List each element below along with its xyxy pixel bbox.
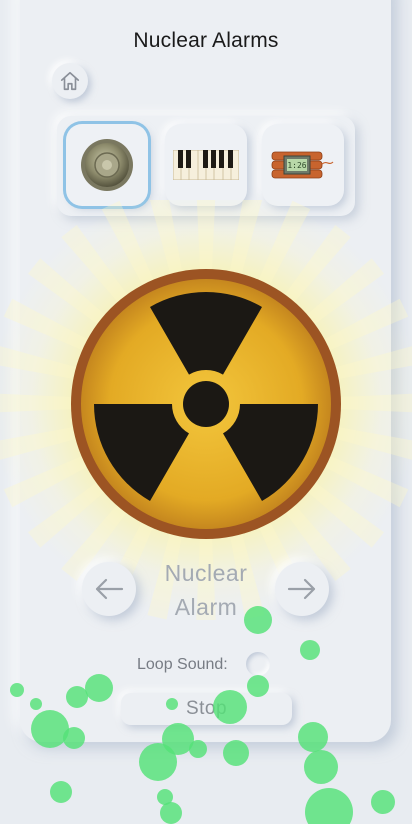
arrow-left-icon xyxy=(95,578,124,600)
piano-icon xyxy=(173,150,239,180)
page-title: Nuclear Alarms xyxy=(133,29,279,52)
bubble xyxy=(157,789,173,805)
sound-option-speaker[interactable] xyxy=(66,124,148,206)
sound-option-piano[interactable] xyxy=(165,124,247,206)
speaker-icon xyxy=(81,139,133,191)
home-button[interactable] xyxy=(52,63,88,99)
sound-option-bomb[interactable]: 1:26 xyxy=(262,124,344,206)
bubble xyxy=(304,750,338,784)
arrow-right-icon xyxy=(287,578,316,600)
sound-name: Nuclear Alarm xyxy=(136,556,276,624)
bubble xyxy=(50,781,72,803)
bubble xyxy=(305,788,353,824)
home-icon xyxy=(60,71,80,91)
radiation-symbol-icon xyxy=(71,269,341,539)
next-sound-button[interactable] xyxy=(275,562,329,616)
previous-sound-button[interactable] xyxy=(82,562,136,616)
bubble xyxy=(371,790,395,814)
time-bomb-icon: 1:26 xyxy=(271,151,334,179)
svg-text:1:26: 1:26 xyxy=(287,161,306,170)
sound-name-line-1: Nuclear xyxy=(164,560,248,586)
bubble xyxy=(160,802,182,824)
sound-name-line-2: Alarm xyxy=(174,594,238,620)
bubble xyxy=(139,743,177,781)
loop-sound-label: Loop Sound: xyxy=(137,656,228,673)
stop-button[interactable]: Stop xyxy=(121,693,292,725)
bubble xyxy=(223,740,249,766)
bubble xyxy=(189,740,207,758)
loop-sound-toggle[interactable] xyxy=(246,652,270,676)
